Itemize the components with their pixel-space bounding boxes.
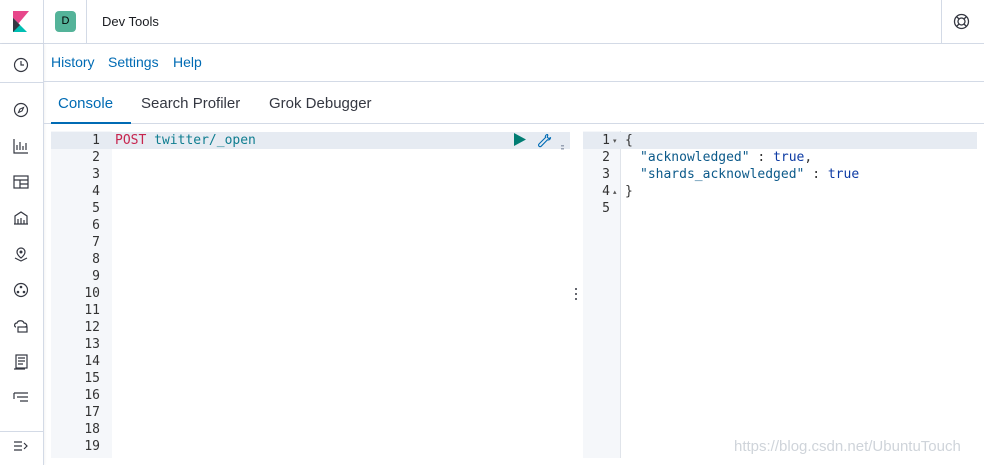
line-number: 8 [92, 252, 100, 267]
nav-separator [0, 431, 44, 432]
line-number: 14 [84, 354, 100, 369]
top-header: D Dev Tools [0, 0, 984, 44]
line-number: 17 [84, 405, 100, 420]
kibana-logo[interactable] [0, 0, 44, 44]
help-lifebuoy-icon[interactable] [953, 13, 970, 35]
line-number: 4 [92, 184, 100, 199]
request-line-1[interactable]: POST twitter/_open [115, 133, 256, 148]
line-number: 1 [92, 133, 100, 148]
fold-open-icon[interactable]: ▾ [613, 137, 617, 145]
wrench-icon [538, 133, 552, 148]
top-menu: History Settings Help [44, 44, 984, 82]
line-number: 11 [84, 303, 100, 318]
send-request-button[interactable] [514, 133, 526, 151]
line-number: 16 [84, 388, 100, 403]
expand-nav-icon[interactable] [13, 438, 31, 456]
devtools-tabs: Console Search Profiler Grok Debugger [44, 82, 984, 124]
drag-handle[interactable] [561, 138, 564, 156]
nav-separator [0, 82, 44, 83]
active-tab-indicator [51, 122, 131, 124]
line-number: 10 [84, 286, 100, 301]
header-divider [86, 0, 87, 44]
line-number: 15 [84, 371, 100, 386]
response-line-4: } [625, 184, 633, 199]
play-icon [514, 133, 526, 146]
response-line-3: "shards_acknowledged" : true [640, 167, 860, 182]
space-avatar[interactable]: D [55, 11, 76, 32]
recently-viewed-clock-icon[interactable] [13, 57, 31, 75]
dashboard-icon[interactable] [13, 174, 31, 192]
line-number: 1 [602, 133, 610, 148]
panel-resizer[interactable] [574, 288, 578, 302]
response-viewer[interactable]: 1 2 3 4 5 ▾ ▴ { "acknowledged" : true, "shar… [583, 131, 977, 458]
response-line-2: "acknowledged" : true, [640, 150, 813, 165]
line-number: 19 [84, 439, 100, 454]
side-navigation [0, 44, 44, 465]
line-number: 5 [92, 201, 100, 216]
request-path: twitter/_open [154, 133, 256, 148]
infrastructure-icon[interactable] [13, 318, 31, 336]
request-editor[interactable]: 1 2 3 4 5 6 7 8 9 10 11 12 13 14 15 16 17 18 19 POST twitt… [51, 131, 570, 458]
line-number: 3 [602, 167, 610, 182]
maps-icon[interactable] [13, 246, 31, 264]
tab-grok-debugger[interactable]: Grok Debugger [269, 95, 372, 112]
tab-console[interactable]: Console [58, 95, 113, 112]
line-number: 6 [92, 218, 100, 233]
line-number: 3 [92, 167, 100, 182]
line-number: 18 [84, 422, 100, 437]
visualize-chart-icon[interactable] [13, 138, 31, 156]
fold-close-icon[interactable]: ▴ [613, 188, 617, 196]
history-link[interactable]: History [51, 54, 95, 70]
apm-icon[interactable] [13, 390, 31, 408]
response-line-1: { [625, 133, 633, 148]
discover-compass-icon[interactable] [13, 102, 31, 120]
request-options-button[interactable] [537, 133, 552, 153]
request-method: POST [115, 133, 147, 148]
machine-learning-icon[interactable] [13, 282, 31, 300]
line-number: 7 [92, 235, 100, 250]
line-number: 4 [602, 184, 610, 199]
line-number: 12 [84, 320, 100, 335]
kibana-logo-icon [13, 11, 29, 32]
help-link[interactable]: Help [173, 54, 202, 70]
tab-search-profiler[interactable]: Search Profiler [141, 95, 240, 112]
page-title: Dev Tools [102, 14, 159, 29]
header-divider-right [941, 0, 942, 44]
canvas-icon[interactable] [13, 210, 31, 228]
line-number: 2 [92, 150, 100, 165]
watermark: https://blog.csdn.net/UbuntuTouch [734, 438, 961, 455]
line-number: 2 [602, 150, 610, 165]
line-number: 5 [602, 201, 610, 216]
line-number: 13 [84, 337, 100, 352]
active-line-highlight [583, 132, 977, 149]
logs-icon[interactable] [13, 354, 31, 372]
line-number: 9 [92, 269, 100, 284]
settings-link[interactable]: Settings [108, 54, 159, 70]
